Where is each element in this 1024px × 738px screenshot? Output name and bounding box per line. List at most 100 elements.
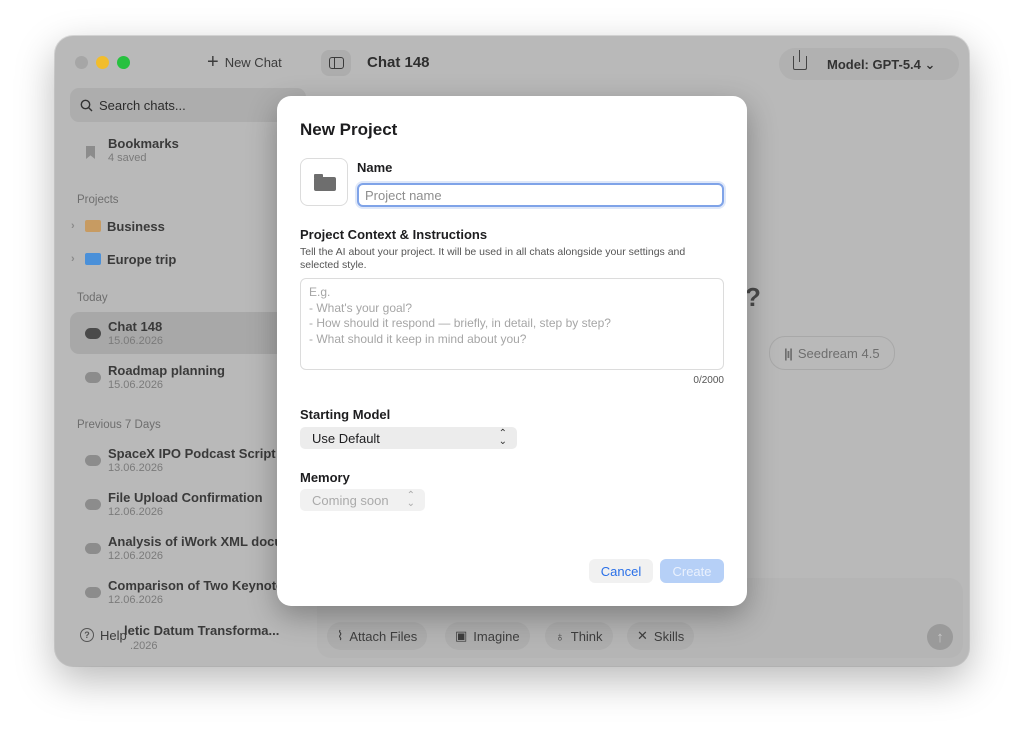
create-button[interactable]: Create — [660, 559, 724, 583]
project-label: Business — [107, 218, 165, 234]
starting-model-label: Starting Model — [300, 407, 391, 422]
memory-label: Memory — [300, 470, 350, 485]
chat-title: Roadmap planning — [108, 363, 225, 378]
search-field[interactable]: Search chats... — [70, 88, 306, 122]
today-header: Today — [77, 292, 108, 304]
chat-item[interactable]: Roadmap planning 15.06.2026 — [70, 356, 306, 398]
chevron-down-icon: ⌄ — [924, 57, 936, 72]
new-chat-button[interactable]: + New Chat — [207, 50, 282, 74]
chat-item[interactable]: Analysis of iWork XML docu 12.06.2026 — [70, 527, 306, 569]
imagine-label: Imagine — [473, 628, 520, 644]
window-zoom-button[interactable] — [117, 56, 130, 69]
greeting-fragment: ? — [745, 282, 761, 312]
send-button[interactable]: ↑ — [927, 624, 953, 650]
starting-model-select[interactable]: Use Default ⌃ ⌄ — [300, 427, 517, 449]
dialog-title: New Project — [300, 120, 398, 139]
updown-chevron-icon: ⌃ ⌄ — [498, 428, 507, 447]
bookmarks-item[interactable]: Bookmarks 4 saved — [70, 132, 306, 174]
chat-bubble-icon — [85, 587, 101, 598]
chat-item[interactable]: SpaceX IPO Podcast Script 13.06.2026 — [70, 439, 306, 481]
chat-title: SpaceX IPO Podcast Script — [108, 446, 276, 461]
chat-item[interactable]: Comparison of Two Keynote 12.06.2026 — [70, 571, 306, 613]
chat-bubble-icon — [85, 372, 101, 383]
chat-title: File Upload Confirmation — [108, 490, 263, 505]
cancel-button[interactable]: Cancel — [589, 559, 653, 583]
model-selector[interactable]: Model: GPT-5.4 ⌄ — [779, 48, 959, 80]
window-minimize-button[interactable] — [96, 56, 109, 69]
project-label: Europe trip — [107, 251, 177, 267]
model-name: Model: GPT-5.4 — [827, 57, 921, 72]
skills-label: Skills — [653, 628, 685, 644]
chat-item[interactable]: File Upload Confirmation 12.06.2026 — [70, 483, 306, 525]
model-label: Model: GPT-5.4 ⌄ — [827, 57, 935, 73]
bookmarks-title: Bookmarks — [108, 136, 179, 151]
help-row: letic Datum Transforma... .2026 ? Help — [70, 621, 306, 652]
search-icon — [80, 99, 93, 111]
search-placeholder: Search chats... — [99, 97, 186, 113]
attach-files-button[interactable]: ⌇ Attach Files — [327, 622, 428, 650]
seedream-label: Seedream 4.5 — [797, 345, 880, 361]
chat-title-header: Chat 148 — [367, 54, 430, 71]
help-label: Help — [100, 627, 127, 643]
chat-title: Analysis of iWork XML docu — [108, 534, 283, 549]
help-button[interactable]: ? Help — [70, 621, 127, 649]
chat-bubble-icon — [85, 543, 101, 554]
chat-title: Chat 148 — [108, 319, 163, 334]
lightbulb-icon: ♁ — [555, 628, 565, 644]
sidebar-toggle-button[interactable] — [321, 50, 351, 76]
window-close-button[interactable] — [75, 56, 88, 69]
seedream-suggestion[interactable]: |ı| Seedream 4.5 — [769, 336, 895, 370]
think-label: Think — [570, 628, 603, 644]
new-chat-label: New Chat — [224, 54, 282, 70]
chat-date: 13.06.2026 — [108, 462, 164, 474]
chat-item-active[interactable]: Chat 148 15.06.2026 — [70, 312, 306, 354]
chat-title: Comparison of Two Keynote — [108, 578, 284, 593]
name-label: Name — [357, 160, 393, 175]
bookmark-icon — [86, 146, 95, 159]
skills-button[interactable]: ✕ Skills — [627, 622, 695, 650]
sidebar: + New Chat Search chats... Bookmarks 4 s… — [55, 36, 313, 666]
context-textarea[interactable] — [300, 278, 724, 370]
folder-icon-body — [314, 177, 336, 191]
project-name-input[interactable] — [357, 183, 724, 207]
chat-bubble-icon — [85, 455, 101, 466]
projects-header: Projects — [77, 194, 119, 206]
share-icon[interactable] — [793, 50, 807, 70]
folder-icon — [85, 253, 101, 265]
bar-chart-icon: |ı| — [784, 345, 793, 361]
context-description: Tell the AI about your project. It will … — [300, 246, 686, 271]
char-counter: 0/2000 — [693, 375, 724, 386]
chat-bubble-icon — [85, 328, 101, 339]
chat-date: 15.06.2026 — [108, 335, 164, 347]
project-item-business[interactable]: › Business — [71, 214, 165, 238]
chat-date: 12.06.2026 — [108, 594, 164, 606]
context-label: Project Context & Instructions — [300, 227, 488, 242]
new-project-dialog: New Project Name Project Context & Instr… — [277, 96, 747, 606]
starting-model-value: Use Default — [312, 430, 380, 446]
chat-bubble-icon — [85, 499, 101, 510]
sidebar-icon — [329, 57, 344, 69]
previous-7-days-header: Previous 7 Days — [77, 419, 161, 431]
imagine-button[interactable]: ▣ Imagine — [445, 622, 530, 650]
project-icon-picker[interactable] — [300, 158, 348, 206]
chat-date: 12.06.2026 — [108, 550, 164, 562]
bookmarks-count: 4 saved — [108, 152, 147, 164]
chevron-right-icon: › — [71, 253, 75, 265]
project-item-europe-trip[interactable]: › Europe trip — [71, 247, 176, 271]
tools-icon: ✕ — [637, 628, 648, 643]
briefcase-icon — [85, 220, 101, 232]
think-button[interactable]: ♁ Think — [545, 622, 613, 650]
chat-date: 15.06.2026 — [108, 379, 164, 391]
chat-date: .2026 — [130, 640, 158, 652]
memory-select: Coming soon ⌃ ⌄ — [300, 489, 425, 511]
chevron-right-icon: › — [71, 220, 75, 232]
paperclip-icon: ⌇ — [337, 628, 344, 643]
updown-chevron-icon: ⌃ ⌄ — [406, 490, 415, 509]
chat-date: 12.06.2026 — [108, 506, 164, 518]
memory-value: Coming soon — [312, 492, 389, 508]
chat-title[interactable]: letic Datum Transforma... — [124, 623, 279, 638]
arrow-up-icon: ↑ — [936, 628, 944, 646]
image-icon: ▣ — [455, 628, 468, 643]
plus-icon: + — [207, 51, 219, 73]
question-circle-icon: ? — [80, 628, 94, 642]
